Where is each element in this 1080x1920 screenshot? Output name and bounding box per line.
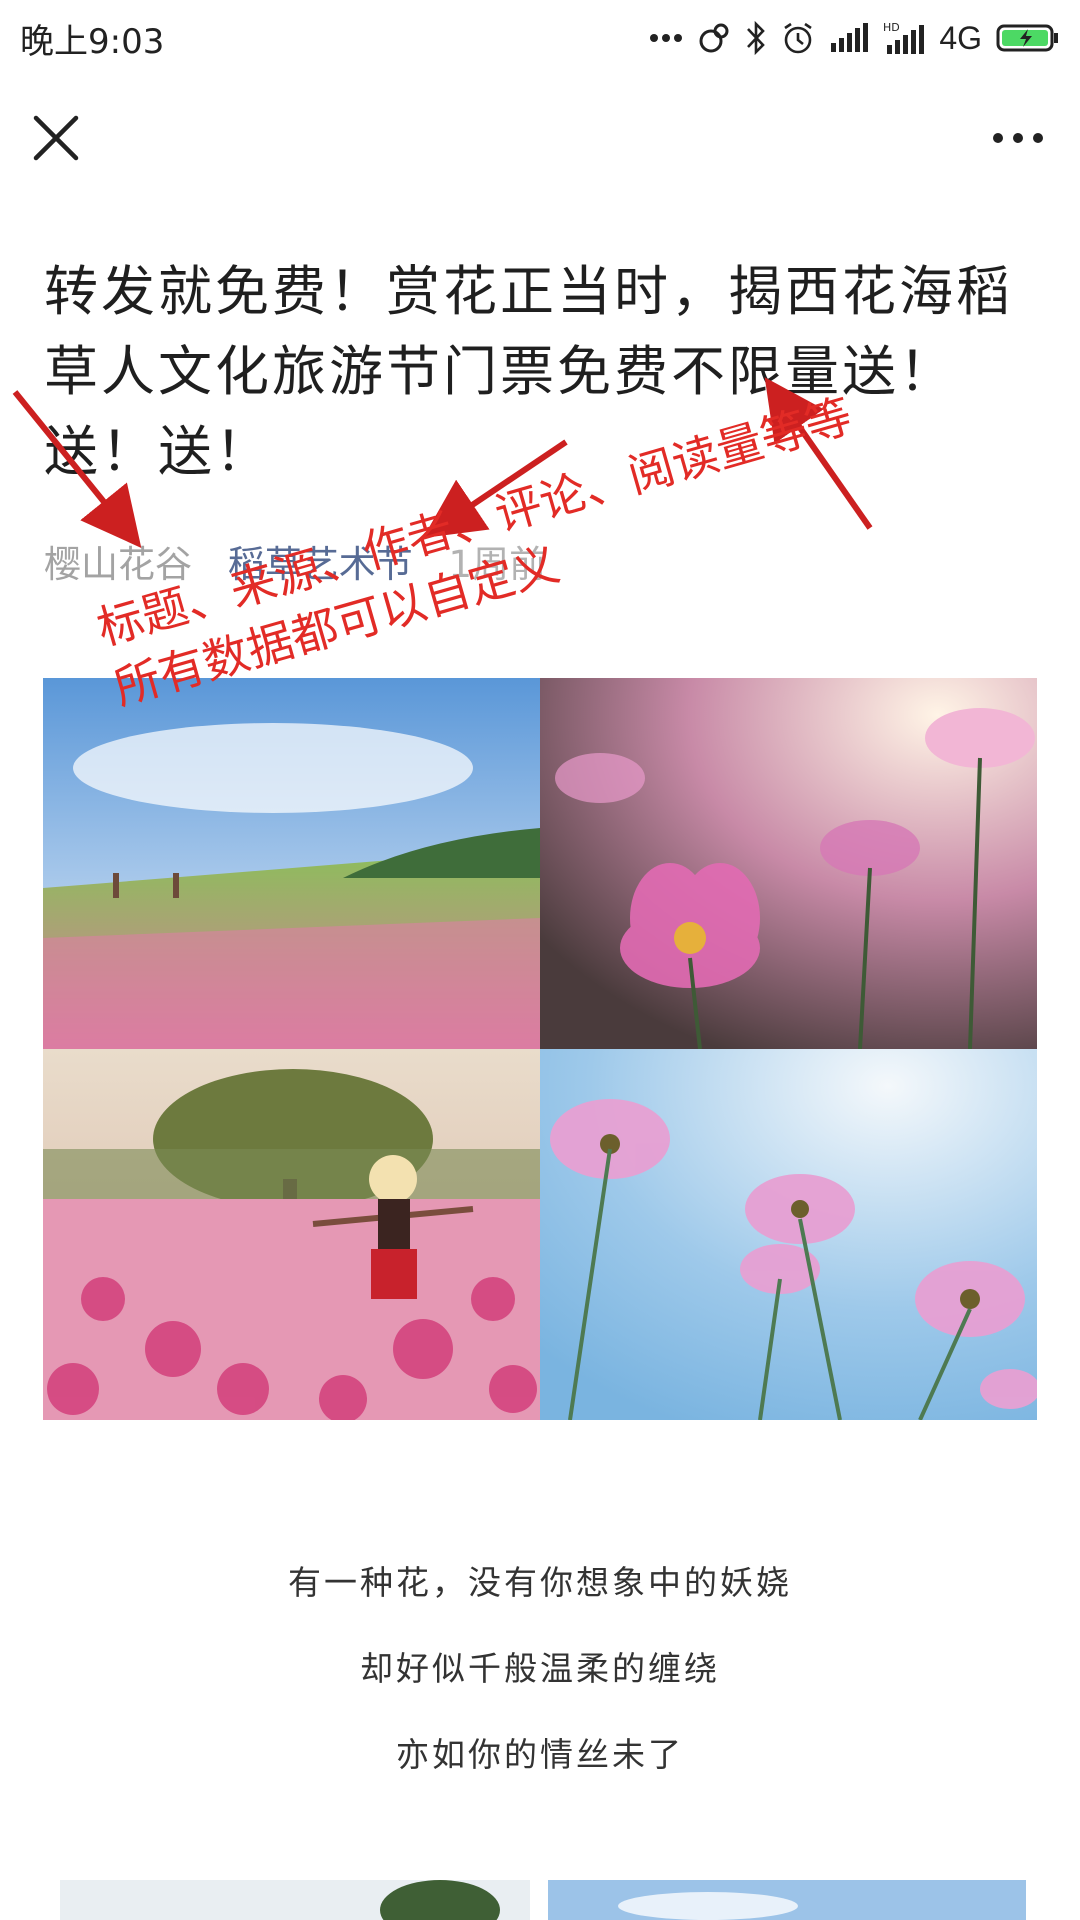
close-icon [33,115,79,161]
pink-cosmos-closeup-photo[interactable] [540,678,1037,1049]
article-source: 樱山花谷 [44,543,192,586]
girl-in-flower-field-photo[interactable] [43,1049,540,1420]
battery-charging-icon [996,24,1058,52]
status-time: 晚上9:03 [20,22,165,62]
alarm-icon [784,22,813,54]
poem-line: 亦如你的情丝未了 [396,1735,684,1774]
photo-grid [43,678,1037,1420]
article-author-link[interactable]: 稻草艺术节 [228,543,413,586]
hd-signal-icon: HD [883,21,925,54]
status-icons: HD 4G [649,14,1060,62]
network-type: 4G [939,19,982,56]
close-button[interactable] [22,104,90,172]
location-icon [699,23,729,53]
flower-field-photo[interactable] [43,678,540,1049]
more-icon [993,133,1043,143]
article-meta: 樱山花谷 稻草艺术节 1周前 [44,534,570,596]
article-time: 1周前 [448,543,547,586]
poem-line: 却好似千般温柔的缠绕 [360,1649,720,1688]
status-bar: 晚上9:03 HD 4G [0,0,1080,76]
svg-text:HD: HD [883,21,900,34]
bluetooth-icon [747,20,766,56]
cosmos-blue-sky-photo[interactable] [540,1049,1037,1420]
poem-line: 有一种花，没有你想象中的妖娆 [288,1563,792,1602]
more-button[interactable] [984,104,1052,172]
article-title: 转发就免费！赏花正当时，揭西花海稻草人文化旅游节门票免费不限量送！送！送！ [44,260,1013,483]
more-dots-icon [650,34,683,42]
signal-icon [831,23,869,52]
next-photo-right[interactable] [548,1880,1026,1920]
poem-block: 有一种花，没有你想象中的妖娆 却好似千般温柔的缠绕 亦如你的情丝未了 [0,1540,1080,1798]
nav-bar [0,76,1080,200]
next-photo-left[interactable] [60,1880,530,1920]
